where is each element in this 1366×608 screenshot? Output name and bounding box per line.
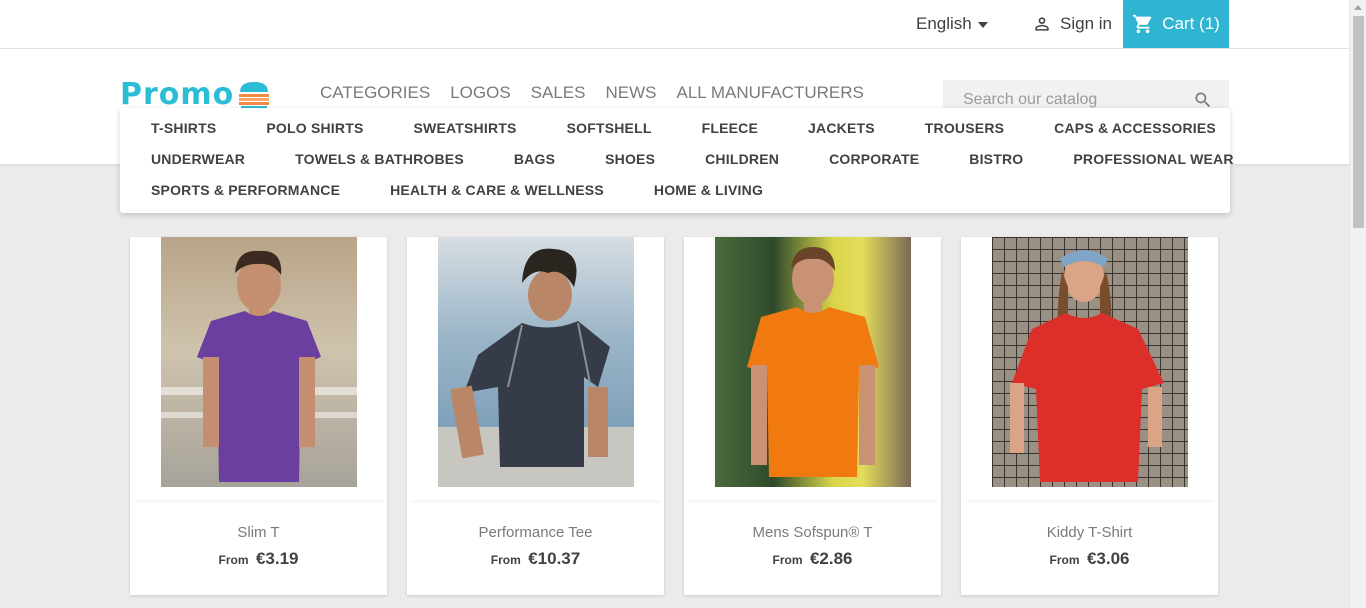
dropdown-row: T-SHIRTS POLO SHIRTS SWEATSHIRTS SOFTSHE… xyxy=(151,120,1230,151)
category-jackets[interactable]: JACKETS xyxy=(808,120,875,151)
logo[interactable]: Promo xyxy=(120,77,272,112)
product-image[interactable] xyxy=(438,237,634,487)
category-shoes[interactable]: SHOES xyxy=(605,151,655,182)
product-card[interactable]: Performance Tee From €10.37 xyxy=(407,237,664,595)
menu-news[interactable]: NEWS xyxy=(605,83,656,103)
price-from-label: From xyxy=(218,553,249,567)
category-sports-performance[interactable]: SPORTS & PERFORMANCE xyxy=(151,182,340,213)
menu-all-manufacturers[interactable]: ALL MANUFACTURERS xyxy=(676,83,863,103)
main-menu: CATEGORIES LOGOS SALES NEWS ALL MANUFACT… xyxy=(320,83,864,103)
category-home-living[interactable]: HOME & LIVING xyxy=(654,182,763,213)
product-name[interactable]: Kiddy T-Shirt xyxy=(961,524,1218,541)
menu-logos[interactable]: LOGOS xyxy=(450,83,510,103)
price-value: €10.37 xyxy=(528,549,581,568)
product-price: From €10.37 xyxy=(407,549,664,569)
man-in-orange-tshirt-photo xyxy=(747,247,879,477)
logo-text: Promo xyxy=(120,77,235,112)
categories-dropdown: T-SHIRTS POLO SHIRTS SWEATSHIRTS SOFTSHE… xyxy=(120,108,1233,213)
product-image[interactable] xyxy=(992,237,1188,487)
category-trousers[interactable]: TROUSERS xyxy=(925,120,1004,151)
product-card[interactable]: Slim T From €3.19 xyxy=(130,237,387,595)
sign-in-link[interactable]: Sign in xyxy=(1032,14,1112,34)
card-divider xyxy=(411,500,660,504)
sign-in-label: Sign in xyxy=(1060,14,1112,33)
logo-burger-icon xyxy=(239,81,270,109)
language-label: English xyxy=(916,14,972,33)
product-price: From €3.19 xyxy=(130,549,387,569)
product-image[interactable] xyxy=(715,237,911,487)
product-name[interactable]: Performance Tee xyxy=(407,524,664,541)
dropdown-row: UNDERWEAR TOWELS & BATHROBES BAGS SHOES … xyxy=(151,151,1233,182)
category-children[interactable]: CHILDREN xyxy=(705,151,779,182)
category-sweatshirts[interactable]: SWEATSHIRTS xyxy=(414,120,517,151)
man-in-tshirt-photo xyxy=(161,250,357,482)
category-health-care-wellness[interactable]: HEALTH & CARE & WELLNESS xyxy=(390,182,604,213)
product-price: From €2.86 xyxy=(684,549,941,569)
product-name[interactable]: Slim T xyxy=(130,524,387,541)
card-divider xyxy=(688,500,937,504)
scroll-up-arrow-icon[interactable] xyxy=(1354,5,1362,10)
product-image[interactable] xyxy=(161,237,357,487)
product-price: From €3.06 xyxy=(961,549,1218,569)
price-from-label: From xyxy=(490,553,521,567)
search-input[interactable] xyxy=(963,91,1193,109)
card-divider xyxy=(134,500,383,504)
caret-down-icon xyxy=(977,22,988,28)
card-divider xyxy=(965,500,1214,504)
category-underwear[interactable]: UNDERWEAR xyxy=(151,151,245,182)
category-fleece[interactable]: FLEECE xyxy=(702,120,758,151)
menu-categories[interactable]: CATEGORIES xyxy=(320,83,430,103)
product-card[interactable]: Kiddy T-Shirt From €3.06 xyxy=(961,237,1218,595)
price-value: €3.19 xyxy=(255,549,299,568)
price-from-label: From xyxy=(772,553,803,567)
shopping-cart-icon xyxy=(1133,14,1152,34)
kid-in-red-tshirt-photo xyxy=(992,237,1188,487)
category-corporate[interactable]: CORPORATE xyxy=(829,151,919,182)
product-card[interactable]: Mens Sofspun® T From €2.86 xyxy=(684,237,941,595)
product-name[interactable]: Mens Sofspun® T xyxy=(684,524,941,541)
scrollbar-thumb[interactable] xyxy=(1353,16,1364,228)
cart-button[interactable]: Cart (1) xyxy=(1123,0,1229,48)
category-towels-bathrobes[interactable]: TOWELS & BATHROBES xyxy=(295,151,464,182)
search-icon[interactable] xyxy=(1193,90,1213,110)
price-from-label: From xyxy=(1049,553,1080,567)
menu-sales[interactable]: SALES xyxy=(531,83,586,103)
page-scrollbar[interactable] xyxy=(1349,0,1366,608)
dropdown-row: SPORTS & PERFORMANCE HEALTH & CARE & WEL… xyxy=(151,182,1230,213)
category-t-shirts[interactable]: T-SHIRTS xyxy=(151,120,216,151)
cart-label: Cart (1) xyxy=(1162,14,1220,33)
language-selector[interactable]: English xyxy=(916,14,988,34)
category-bistro[interactable]: BISTRO xyxy=(969,151,1023,182)
top-nav: English Sign in Cart (1) xyxy=(0,0,1349,49)
price-value: €2.86 xyxy=(809,549,853,568)
category-caps-accessories[interactable]: CAPS & ACCESSORIES xyxy=(1054,120,1216,151)
category-polo-shirts[interactable]: POLO SHIRTS xyxy=(266,120,363,151)
category-softshell[interactable]: SOFTSHELL xyxy=(567,120,652,151)
user-icon xyxy=(1035,17,1049,31)
price-value: €3.06 xyxy=(1086,549,1130,568)
category-professional-wear[interactable]: PROFESSIONAL WEAR xyxy=(1073,151,1233,182)
category-bags[interactable]: BAGS xyxy=(514,151,555,182)
man-in-sport-tee-photo xyxy=(438,248,634,487)
